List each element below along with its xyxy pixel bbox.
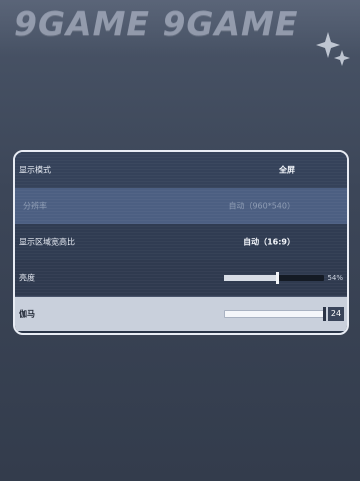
brightness-slider[interactable] bbox=[224, 272, 324, 284]
aspect-ratio-value[interactable]: 自动（16:9） bbox=[243, 237, 295, 248]
setting-label: 分辨率 bbox=[23, 201, 47, 211]
setting-label: 伽马 bbox=[19, 309, 35, 319]
slider-thumb[interactable] bbox=[323, 307, 326, 321]
sparkle-icon bbox=[316, 32, 350, 66]
setting-row-gamma[interactable]: 伽马 24 bbox=[15, 297, 347, 331]
watermark-logo: 9GAME 9GAME bbox=[14, 4, 299, 43]
setting-label: 亮度 bbox=[19, 273, 35, 283]
display-mode-value[interactable]: 全屏 bbox=[279, 165, 295, 176]
slider-fill bbox=[225, 311, 325, 317]
gamma-value: 24 bbox=[328, 307, 344, 321]
setting-row-resolution: 分辨率 自动（960*540） bbox=[15, 188, 347, 225]
slider-fill bbox=[224, 275, 278, 281]
setting-row-display-mode[interactable]: 显示模式 全屏 bbox=[15, 152, 347, 189]
setting-row-brightness[interactable]: 亮度 54% bbox=[15, 260, 347, 297]
setting-label: 显示模式 bbox=[19, 165, 51, 175]
slider-thumb[interactable] bbox=[276, 272, 279, 284]
brightness-value: 54% bbox=[327, 274, 343, 282]
setting-row-aspect-ratio[interactable]: 显示区域宽高比 自动（16:9） bbox=[15, 224, 347, 261]
display-settings-panel: 显示模式 全屏 分辨率 自动（960*540） 显示区域宽高比 自动（16:9）… bbox=[13, 150, 349, 335]
resolution-value: 自动（960*540） bbox=[228, 201, 295, 211]
watermark-banner: 9GAME 9GAME bbox=[0, 0, 360, 66]
gamma-slider[interactable] bbox=[224, 307, 326, 321]
setting-label: 显示区域宽高比 bbox=[19, 237, 75, 247]
